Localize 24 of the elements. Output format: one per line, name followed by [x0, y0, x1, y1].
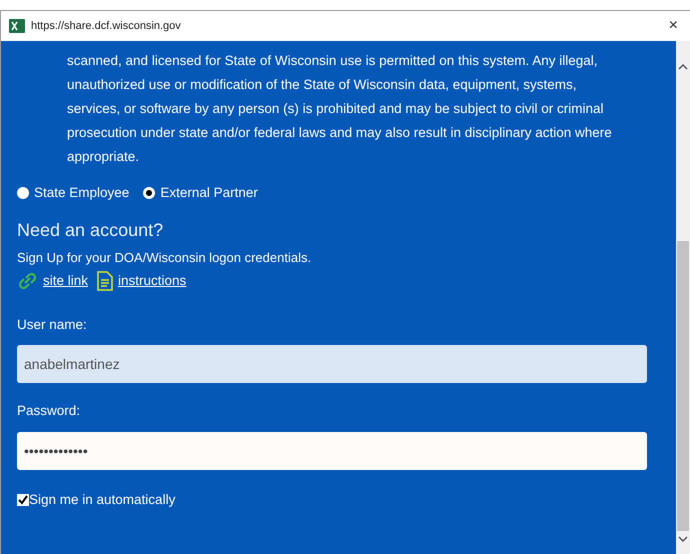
document-icon	[96, 270, 114, 291]
scroll-down-icon[interactable]	[678, 535, 688, 543]
radio-button[interactable]	[143, 187, 156, 200]
link-icon	[17, 270, 39, 291]
radio-label: State Employee	[34, 184, 130, 202]
close-button[interactable]: ×	[664, 18, 682, 34]
spreadsheet-app-icon	[9, 19, 25, 33]
signup-text: Sign Up for your DOA/Wisconsin logon credentials.	[17, 249, 312, 268]
checkbox[interactable]	[17, 494, 29, 506]
username-field[interactable]: anabelmartinez	[17, 345, 647, 384]
notice-paragraph: scanned, and licensed for State of Wisconsin use is permitted on this system. Any illegal, unauthorized use or modification of the State of Wisconsin data, equipment, systems, services, or software by any person (s) is prohibited and may be subject to civil or criminal prosecution under state and/or federal laws and may also result in disciplinary action where appropriate.	[67, 52, 612, 166]
field-label: User name:	[17, 316, 88, 334]
scrollbar-thumb[interactable]	[677, 241, 689, 531]
window-title: https://share.dcf.wisconsin.gov	[31, 18, 181, 34]
help-link[interactable]: site link	[43, 270, 88, 291]
password-field[interactable]: •••••••••••••	[17, 432, 647, 470]
field-label: Password:	[17, 402, 82, 420]
section-heading: Need an account?	[17, 219, 164, 242]
radio-label: External Partner	[160, 184, 258, 202]
scroll-up-icon[interactable]	[678, 63, 688, 71]
checkbox-label: Sign me in automatically	[29, 490, 176, 509]
help-link[interactable]: instructions	[118, 270, 186, 291]
checkmark-icon	[18, 494, 28, 505]
radio-button[interactable]	[17, 187, 29, 200]
